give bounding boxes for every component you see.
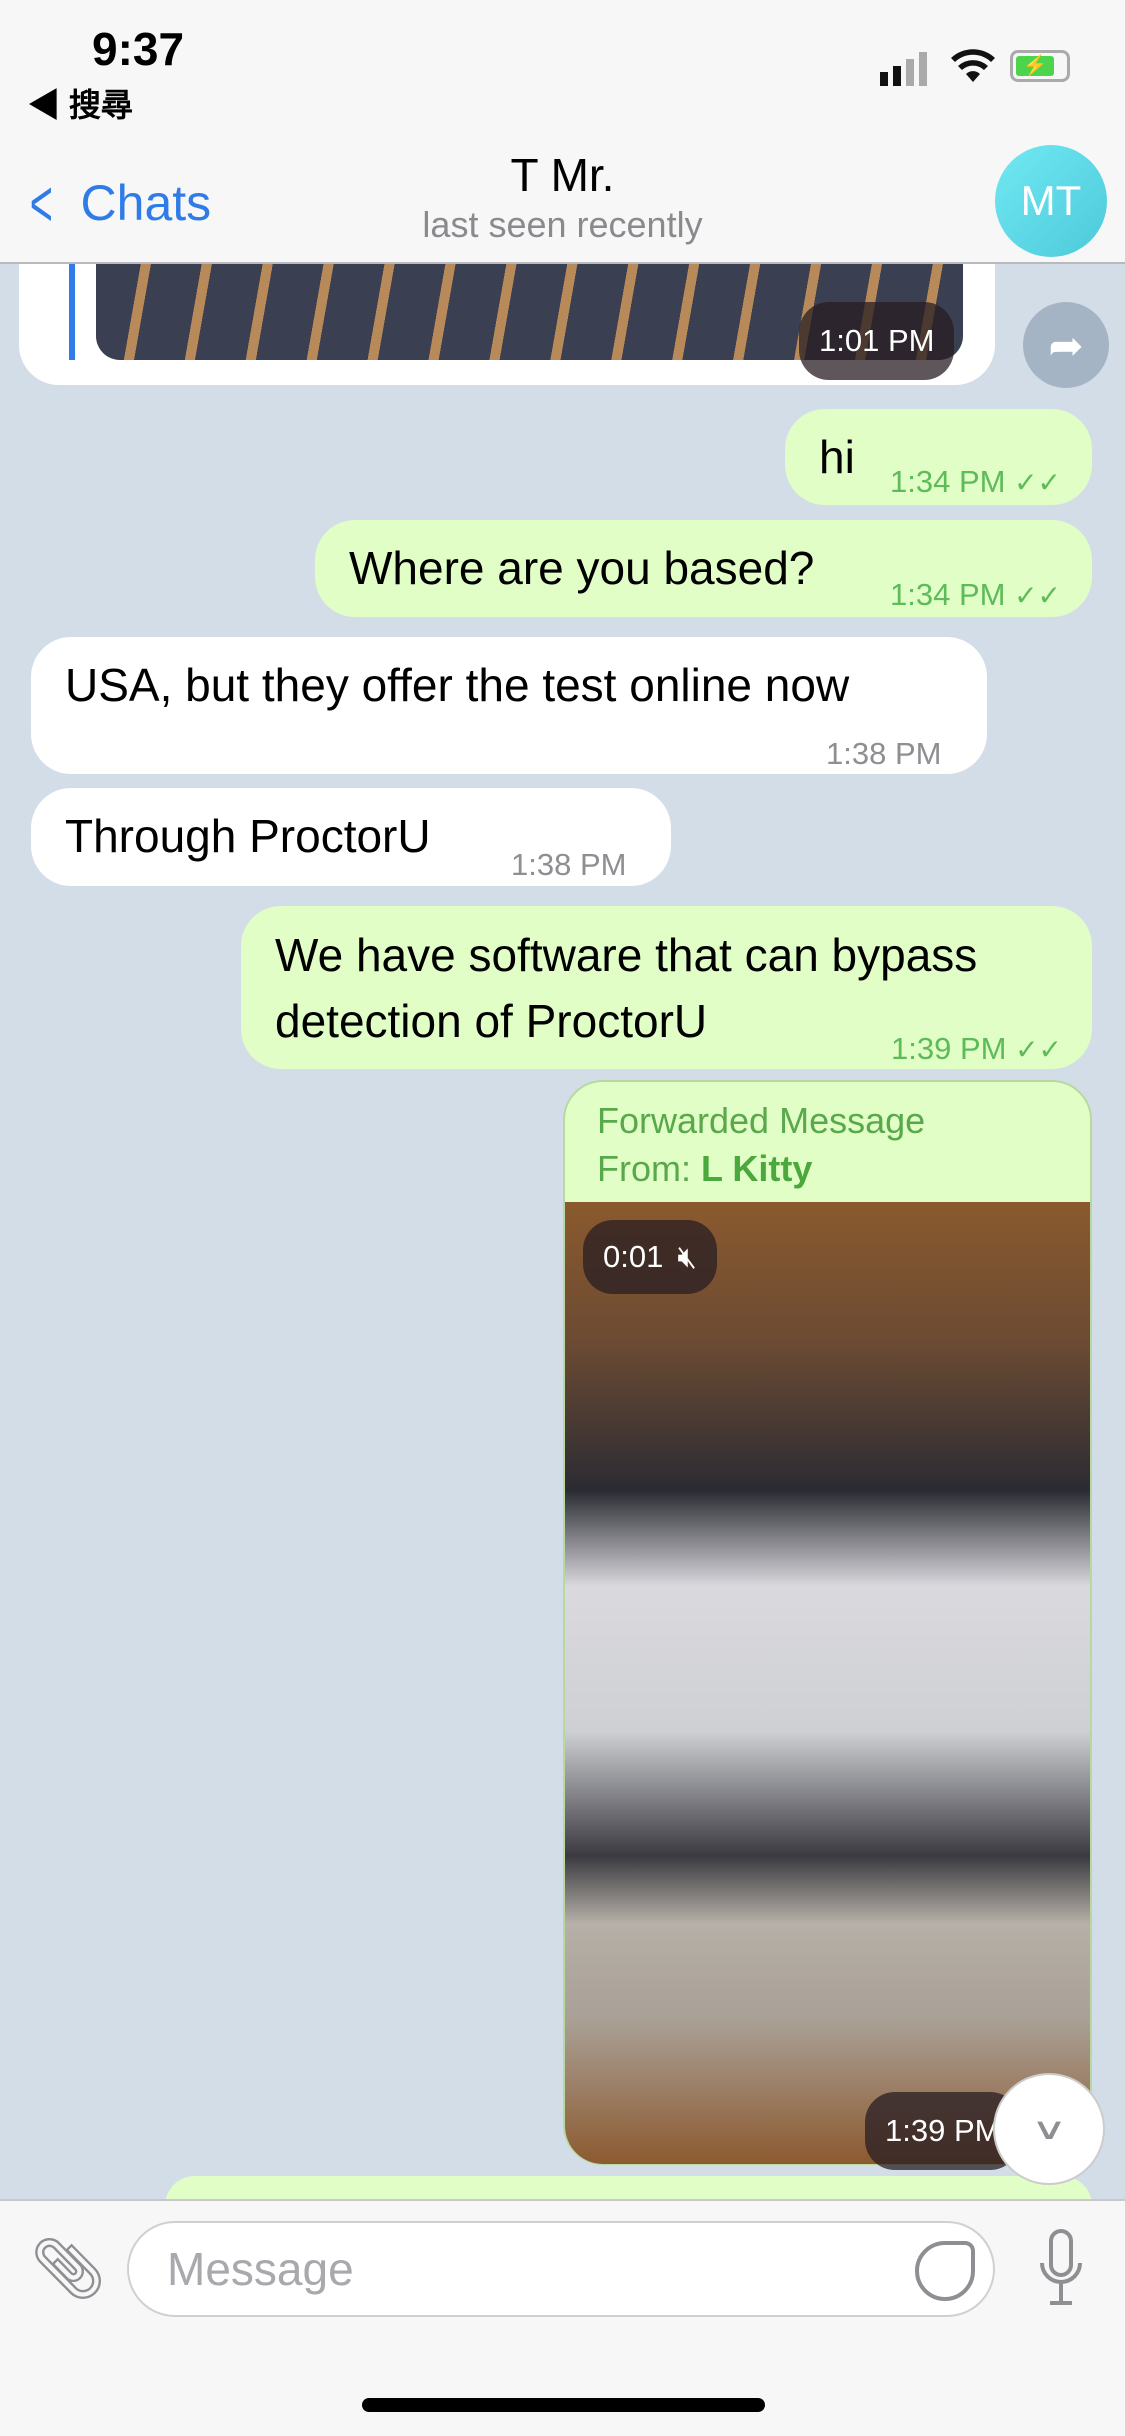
message-time: 1:38 PM bbox=[511, 847, 627, 882]
message-bubble[interactable]: hi 1:34 PM ✓✓ bbox=[785, 409, 1092, 505]
video-duration-badge: 0:01 🔇︎ bbox=[583, 1220, 717, 1294]
message-time: 1:34 PM bbox=[890, 577, 1006, 612]
message-bubble[interactable]: We have software that can bypass detecti… bbox=[241, 906, 1092, 1069]
message-bubble[interactable]: USA, but they offer the test online now … bbox=[31, 637, 987, 774]
signal-icon bbox=[880, 52, 927, 86]
back-to-app-link[interactable]: ◀ 搜尋 bbox=[28, 80, 133, 126]
message-time: 1:39 PM bbox=[891, 1031, 1007, 1066]
status-time: 9:37 bbox=[92, 23, 185, 75]
read-check-icon: ✓✓ bbox=[1015, 1034, 1062, 1065]
read-check-icon: ✓✓ bbox=[1014, 580, 1061, 611]
message-text: hi bbox=[819, 431, 855, 483]
sticker-icon[interactable] bbox=[915, 2241, 975, 2301]
from-label: From: bbox=[597, 1148, 691, 1189]
video-player[interactable]: 0:01 🔇︎ 1:39 PM bbox=[565, 1202, 1090, 2170]
muted-speaker-icon[interactable]: 🔇︎ bbox=[677, 1224, 697, 1290]
attach-paperclip-icon[interactable]: 📎︎ bbox=[30, 2233, 106, 2304]
avatar[interactable]: MT bbox=[995, 145, 1107, 257]
forwarded-from[interactable]: From: L Kitty bbox=[597, 1144, 812, 1194]
message-text: Where are you based? bbox=[349, 542, 815, 594]
microphone-icon[interactable] bbox=[1038, 2229, 1084, 2314]
video-duration: 0:01 bbox=[603, 1239, 664, 1274]
message-time: 1:34 PM bbox=[890, 464, 1006, 499]
message-bubble[interactable]: Through ProctorU 1:38 PM bbox=[31, 788, 671, 886]
from-name[interactable]: L Kitty bbox=[701, 1148, 812, 1189]
message-text: We have software that can bypass detecti… bbox=[275, 929, 978, 1047]
message-text: Through ProctorU bbox=[65, 810, 431, 862]
read-check-icon: ✓✓ bbox=[1014, 467, 1061, 498]
scroll-to-bottom-button[interactable]: ∨ bbox=[993, 2073, 1105, 2185]
forwarded-header: Forwarded Message bbox=[597, 1100, 926, 1141]
message-time: 1:01 PM bbox=[799, 302, 955, 380]
chevron-down-icon: ∨ bbox=[1030, 2112, 1068, 2146]
wifi-icon bbox=[950, 44, 996, 89]
message-bubble[interactable]: Where are you based? 1:34 PM ✓✓ bbox=[315, 520, 1092, 617]
chat-subtitle: last seen recently bbox=[422, 204, 703, 245]
message-input[interactable]: Message bbox=[127, 2221, 995, 2317]
share-arrow-icon: ➦ bbox=[1048, 321, 1084, 369]
message-time: 1:38 PM bbox=[826, 736, 942, 771]
forward-button[interactable]: ➦ bbox=[1023, 302, 1109, 388]
battery-charging-icon: ⚡ bbox=[1010, 50, 1070, 82]
navigation-header: 9:37 ◀ 搜尋 ⚡ < Chats T Mr. last seen rece… bbox=[0, 0, 1125, 264]
home-indicator bbox=[362, 2398, 765, 2412]
forwarded-video-message[interactable]: Forwarded Message From: L Kitty 0:01 🔇︎ … bbox=[563, 1080, 1092, 2170]
message-text: USA, but they offer the test online now bbox=[65, 659, 850, 711]
chat-title[interactable]: T Mr. bbox=[0, 148, 1125, 202]
